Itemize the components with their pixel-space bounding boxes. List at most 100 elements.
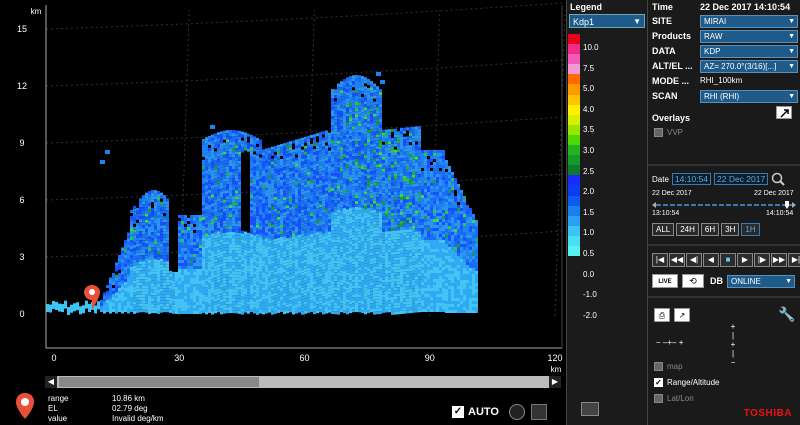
echo-cell [259, 286, 262, 290]
echo-cell [322, 299, 325, 303]
echo-cell [304, 154, 307, 158]
echo-cell [370, 255, 373, 259]
echo-cell [160, 219, 163, 223]
echo-cell [322, 278, 325, 282]
echo-cell [286, 250, 289, 254]
echo-cell [325, 283, 328, 287]
echo-cell [367, 157, 370, 161]
echo-cell [331, 227, 334, 231]
echo-cell [127, 283, 130, 287]
echo-cell [280, 195, 283, 198]
echo-cell [253, 139, 256, 143]
echo-cell [274, 253, 277, 257]
echo-cell [139, 270, 142, 274]
echo-cell [262, 218, 265, 222]
echo-cell [265, 235, 268, 239]
echo-cell [262, 227, 265, 231]
echo-cell [310, 237, 313, 240]
echo-cell [301, 203, 304, 207]
echo-cell [271, 260, 274, 264]
echo-cell [127, 244, 130, 248]
echo-cell [244, 291, 247, 295]
echo-cell [181, 305, 184, 308]
echo-cell [343, 148, 346, 152]
echo-cell [313, 209, 316, 213]
echo-cell [289, 189, 292, 193]
echo-cell [346, 248, 349, 252]
echo-cell [352, 213, 355, 217]
echo-cell [103, 310, 106, 314]
echo-cell [202, 189, 205, 193]
echo-cell [358, 237, 361, 241]
echo-cell [373, 89, 376, 93]
echo-cell [196, 290, 199, 293]
echo-cell [241, 305, 244, 309]
echo-cell [217, 252, 220, 256]
echo-cell [121, 265, 124, 269]
echo-cell [205, 212, 208, 216]
echo-cell [136, 294, 139, 298]
echo-cell [370, 150, 373, 154]
echo-cell [382, 168, 385, 172]
echo-cell [319, 216, 322, 220]
echo-cell [235, 142, 238, 146]
echo-cell [178, 296, 181, 299]
echo-cell [265, 268, 268, 272]
echo-cell [250, 261, 253, 264]
echo-cell [208, 147, 211, 151]
echo-cell [169, 270, 172, 274]
echo-cell [217, 228, 220, 232]
echo-cell [163, 225, 166, 229]
echo-cell [229, 208, 232, 212]
echo-cell [160, 210, 163, 214]
echo-cell [220, 185, 223, 189]
echo-cell [277, 183, 280, 187]
echo-cell [274, 295, 277, 299]
rhi-radar-plot[interactable]: 15129630km0 30 60 90 120km [0, 0, 566, 425]
echo-cell [361, 142, 364, 146]
echo-cell [376, 134, 379, 138]
echo-cell [214, 283, 217, 287]
echo-cell [157, 193, 160, 197]
echo-cell [226, 178, 229, 182]
echo-cell [274, 178, 277, 182]
echo-cell [154, 286, 157, 290]
echo-cell [313, 296, 316, 300]
echo-cell [385, 306, 388, 310]
echo-cell [379, 152, 382, 156]
echo-cell [376, 236, 379, 240]
echo-cell [316, 184, 319, 188]
echo-cell [346, 230, 349, 234]
echo-cell [124, 243, 127, 246]
echo-cell [277, 261, 280, 265]
echo-cell [364, 236, 367, 240]
echo-cell [184, 275, 187, 278]
echo-cell [193, 215, 196, 218]
echo-cell [283, 302, 286, 306]
echo-cell [175, 308, 178, 311]
echo-cell [307, 195, 310, 199]
echo-cell [277, 207, 280, 211]
echo-cell [142, 210, 145, 214]
echo-cell [220, 170, 223, 174]
echo-cell [352, 309, 355, 313]
echo-cell [259, 196, 262, 200]
echo-cell [361, 160, 364, 164]
echo-cell [238, 226, 241, 230]
echo-cell [208, 234, 211, 238]
echo-cell [289, 144, 292, 148]
echo-cell [247, 145, 250, 149]
echo-cell [268, 159, 271, 163]
echo-cell [337, 278, 340, 282]
echo-cell [232, 178, 235, 182]
echo-cell [208, 141, 211, 145]
echo-cell [352, 237, 355, 241]
echo-cell [196, 278, 199, 281]
echo-cell [352, 147, 355, 151]
radar-plot-panel[interactable]: 15 12 9 6 3 0 km 0 30 60 90 120 km ◀ ▶ range 10.86 km… [0, 0, 566, 425]
echo-cell [268, 222, 271, 226]
echo-cell [148, 271, 151, 275]
echo-cell [232, 187, 235, 191]
echo-cell [253, 208, 256, 212]
echo-cell [256, 254, 259, 258]
